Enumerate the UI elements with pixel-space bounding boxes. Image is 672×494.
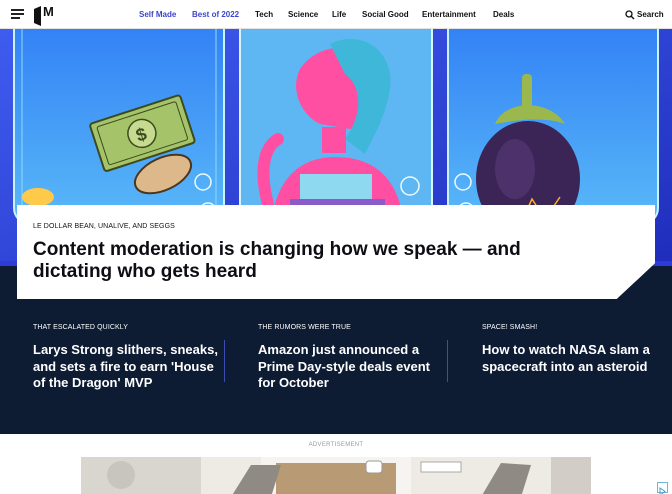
nav-life[interactable]: Life bbox=[332, 10, 346, 19]
story-card[interactable]: THE RUMORS WERE TRUE Amazon just announc… bbox=[258, 324, 448, 392]
story-kicker: THAT ESCALATED QUICKLY bbox=[33, 324, 129, 331]
search-icon bbox=[625, 10, 635, 20]
nav-entertainment[interactable]: Entertainment bbox=[422, 10, 476, 19]
story-card[interactable]: THAT ESCALATED QUICKLY Larys Strong slit… bbox=[33, 324, 223, 392]
story-kicker: SPACE! SMASH! bbox=[482, 324, 538, 331]
ad-room-art bbox=[81, 457, 591, 494]
logo-letter: M bbox=[43, 4, 54, 19]
top-navigation-bar: M Self Made Best of 2022 Tech Science Li… bbox=[0, 0, 672, 29]
story-card[interactable]: SPACE! SMASH! How to watch NASA slam a s… bbox=[482, 324, 672, 375]
advertisement-image[interactable] bbox=[81, 457, 591, 494]
mashable-logo[interactable]: M bbox=[33, 4, 56, 26]
feature-headline[interactable]: Content moderation is changing how we sp… bbox=[33, 239, 593, 282]
advertisement-label: ADVERTISEMENT bbox=[308, 442, 364, 448]
feature-kicker: LE DOLLAR BEAN, UNALIVE, AND SEGGS bbox=[33, 223, 175, 230]
nav-tech[interactable]: Tech bbox=[255, 10, 273, 19]
nav-science[interactable]: Science bbox=[288, 10, 318, 19]
nav-self-made[interactable]: Self Made bbox=[139, 10, 176, 19]
adchoices-arrow-icon bbox=[659, 487, 666, 494]
nav-social-good[interactable]: Social Good bbox=[362, 10, 409, 19]
nav-best-of-2022[interactable]: Best of 2022 bbox=[192, 10, 239, 19]
nav-deals[interactable]: Deals bbox=[493, 10, 514, 19]
story-title[interactable]: How to watch NASA slam a spacecraft into… bbox=[482, 342, 672, 375]
adchoices-icon[interactable] bbox=[657, 482, 668, 494]
story-divider bbox=[224, 340, 225, 382]
hamburger-menu-icon[interactable] bbox=[11, 9, 24, 19]
search-label: Search bbox=[637, 10, 664, 19]
story-title[interactable]: Larys Strong slithers, sneaks, and sets … bbox=[33, 342, 223, 392]
page: $ LE DOLLAR BEAN, UNALIVE, AND SEGGS Con… bbox=[0, 0, 672, 494]
story-kicker: THE RUMORS WERE TRUE bbox=[258, 324, 351, 331]
story-divider bbox=[447, 340, 448, 382]
story-title[interactable]: Amazon just announced a Prime Day-style … bbox=[258, 342, 448, 392]
